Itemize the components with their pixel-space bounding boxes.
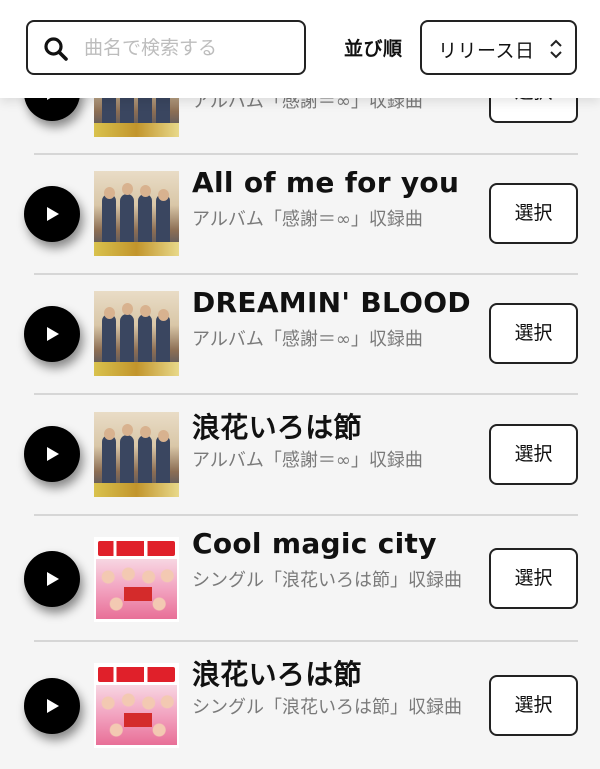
play-icon bbox=[47, 327, 59, 341]
select-button[interactable]: 選択 bbox=[489, 675, 578, 736]
song-title: DREAMIN' BLOOD bbox=[192, 286, 471, 319]
album-art bbox=[94, 412, 179, 497]
search-box[interactable] bbox=[26, 20, 306, 75]
song-subtitle: シングル「浪花いろは節」収録曲 bbox=[192, 570, 462, 591]
song-title: Cool magic city bbox=[192, 527, 437, 560]
song-title: 浪花いろは節 bbox=[192, 658, 362, 691]
song-subtitle: アルバム「感謝＝∞」収録曲 bbox=[192, 209, 423, 230]
song-list: アルバム「感謝＝∞」収録曲 選択 All of me for you アルバム「… bbox=[0, 0, 600, 769]
sort-label: 並び順 bbox=[344, 38, 403, 60]
play-button[interactable] bbox=[24, 306, 80, 362]
play-icon bbox=[47, 207, 59, 221]
song-subtitle: アルバム「感謝＝∞」収録曲 bbox=[192, 450, 423, 471]
play-icon bbox=[47, 699, 59, 713]
album-art bbox=[94, 171, 179, 256]
row-divider bbox=[34, 273, 578, 275]
row-divider bbox=[34, 393, 578, 395]
sort-value: リリース日 bbox=[438, 40, 535, 62]
play-button[interactable] bbox=[24, 678, 80, 734]
album-art bbox=[94, 663, 179, 748]
row-divider bbox=[34, 640, 578, 642]
select-button[interactable]: 選択 bbox=[489, 303, 578, 364]
play-button[interactable] bbox=[24, 186, 80, 242]
song-subtitle: シングル「浪花いろは節」収録曲 bbox=[192, 697, 462, 718]
play-button[interactable] bbox=[24, 426, 80, 482]
play-button[interactable] bbox=[24, 551, 80, 607]
album-art bbox=[94, 537, 179, 622]
chevron-up-down-icon bbox=[550, 39, 562, 59]
select-button[interactable]: 選択 bbox=[489, 424, 578, 485]
search-icon bbox=[44, 37, 68, 61]
album-art bbox=[94, 291, 179, 376]
sort-select[interactable]: リリース日 bbox=[420, 20, 577, 75]
play-icon bbox=[47, 447, 59, 461]
row-divider bbox=[34, 153, 578, 155]
search-input[interactable] bbox=[84, 32, 299, 64]
song-title: 浪花いろは節 bbox=[192, 411, 362, 444]
play-icon bbox=[47, 572, 59, 586]
select-button[interactable]: 選択 bbox=[489, 548, 578, 609]
select-button[interactable]: 選択 bbox=[489, 183, 578, 244]
song-subtitle: アルバム「感謝＝∞」収録曲 bbox=[192, 329, 423, 350]
song-title: All of me for you bbox=[192, 166, 460, 199]
row-divider bbox=[34, 514, 578, 516]
search-header: 並び順 リリース日 bbox=[0, 0, 600, 98]
